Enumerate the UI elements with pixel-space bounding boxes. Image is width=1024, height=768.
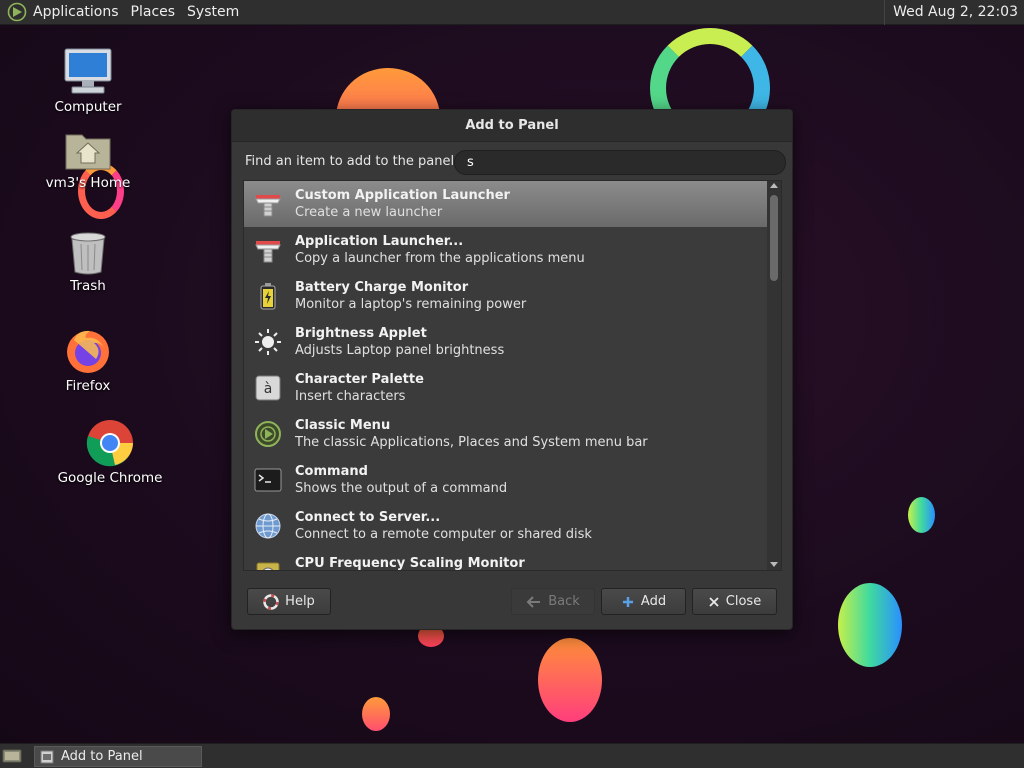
decor-shape [908, 497, 935, 533]
clock[interactable]: Wed Aug 2, 22:03 [884, 0, 1024, 25]
item-description: Adjusts Laptop panel brightness [295, 343, 505, 358]
launcher-icon [255, 241, 281, 263]
list-item[interactable]: Command Shows the output of a command [244, 457, 768, 503]
bottom-panel: Add to Panel [0, 743, 1024, 768]
item-title: Command [295, 464, 368, 479]
decor-shape [538, 638, 602, 722]
mate-logo-icon [7, 2, 27, 22]
scroll-down-icon[interactable] [770, 562, 778, 567]
desktop-icon-chrome[interactable]: Google Chrome [55, 418, 165, 486]
taskbar-button-add-to-panel[interactable]: Add to Panel [34, 746, 202, 767]
item-title: Application Launcher... [295, 234, 464, 249]
menu-system[interactable]: System [181, 0, 245, 25]
item-description: Copy a launcher from the applications me… [295, 251, 585, 266]
close-icon [709, 596, 719, 607]
item-description: Monitor a laptop's remaining power [295, 297, 527, 312]
list-item[interactable]: Brightness Applet Adjusts Laptop panel b… [244, 319, 768, 365]
desktop-icon-home[interactable]: vm3's Home [33, 129, 143, 191]
decor-shape [362, 697, 390, 731]
item-description: Shows the output of a command [295, 481, 508, 496]
desktop-icon-label: Computer [54, 99, 122, 115]
plus-icon [622, 596, 633, 607]
back-button[interactable]: Back [511, 588, 595, 615]
menu-applications[interactable]: Applications [27, 0, 125, 25]
scroll-up-icon[interactable] [770, 183, 778, 188]
trash-icon [70, 232, 106, 275]
desktop-icon-label: Firefox [65, 378, 111, 394]
desktop-icon-computer[interactable]: Computer [33, 45, 143, 115]
home-folder-icon [65, 134, 111, 170]
item-description: Create a new launcher [295, 205, 443, 220]
list-item[interactable]: Connect to Server... Connect to a remote… [244, 503, 768, 549]
battery-icon [260, 283, 276, 310]
item-description: The classic Applications, Places and Sys… [295, 435, 648, 450]
list-item[interactable]: CPU Frequency Scaling Monitor [244, 549, 768, 571]
terminal-icon [254, 468, 282, 492]
brightness-icon [255, 329, 281, 355]
back-arrow-icon [526, 595, 541, 608]
cpu-icon [256, 562, 280, 570]
list-item[interactable]: Application Launcher... Copy a launcher … [244, 227, 768, 273]
list-item[interactable]: Battery Charge Monitor Monitor a laptop'… [244, 273, 768, 319]
show-desktop-icon[interactable] [2, 748, 22, 764]
desktop-icon-label: Google Chrome [57, 470, 163, 486]
menu-places[interactable]: Places [125, 0, 182, 25]
task-label: Add to Panel [61, 749, 143, 764]
help-button[interactable]: Help [247, 588, 331, 615]
window-icon [40, 750, 54, 763]
item-title: Brightness Applet [295, 326, 427, 341]
launcher-icon [255, 195, 281, 217]
character-palette-icon: à [255, 375, 281, 401]
item-title: Classic Menu [295, 418, 391, 433]
dialog-title: Add to Panel [232, 110, 792, 142]
applet-list[interactable]: Custom Application Launcher Create a new… [243, 180, 782, 571]
help-icon [263, 593, 279, 610]
globe-icon [255, 513, 281, 539]
item-description: Connect to a remote computer or shared d… [295, 527, 592, 542]
computer-icon [64, 48, 112, 94]
find-row: Find an item to add to the panel: [245, 150, 786, 176]
scroll-thumb[interactable] [770, 195, 778, 281]
item-title: Connect to Server... [295, 510, 441, 525]
desktop-icon-trash[interactable]: Trash [33, 230, 143, 294]
close-button[interactable]: Close [692, 588, 777, 615]
item-title: CPU Frequency Scaling Monitor [295, 556, 525, 571]
list-item[interactable]: Classic Menu The classic Applications, P… [244, 411, 768, 457]
help-label: Help [285, 594, 315, 609]
classic-menu-icon [255, 421, 281, 447]
item-title: Custom Application Launcher [295, 188, 510, 203]
close-label: Close [725, 594, 762, 609]
add-label: Add [640, 594, 667, 609]
top-panel: Applications Places System Wed Aug 2, 22… [0, 0, 1024, 25]
item-title: Battery Charge Monitor [295, 280, 469, 295]
item-title: Character Palette [295, 372, 424, 387]
find-label: Find an item to add to the panel: [245, 154, 459, 169]
svg-text:à: à [264, 381, 273, 397]
search-input[interactable] [454, 150, 786, 175]
add-to-panel-dialog: Add to Panel Find an item to add to the … [231, 109, 793, 630]
add-button[interactable]: Add [601, 588, 686, 615]
back-label: Back [548, 594, 580, 609]
list-item[interactable]: à Character Palette Insert characters [244, 365, 768, 411]
firefox-icon [67, 330, 109, 373]
chrome-icon [86, 420, 133, 467]
decor-shape [838, 583, 902, 667]
item-description: Insert characters [295, 389, 406, 404]
desktop-icon-label: Trash [70, 278, 106, 294]
list-item[interactable]: Custom Application Launcher Create a new… [244, 181, 768, 227]
list-scrollbar[interactable] [767, 181, 781, 570]
desktop-icon-firefox[interactable]: Firefox [33, 326, 143, 394]
desktop-icon-label: vm3's Home [45, 175, 131, 191]
